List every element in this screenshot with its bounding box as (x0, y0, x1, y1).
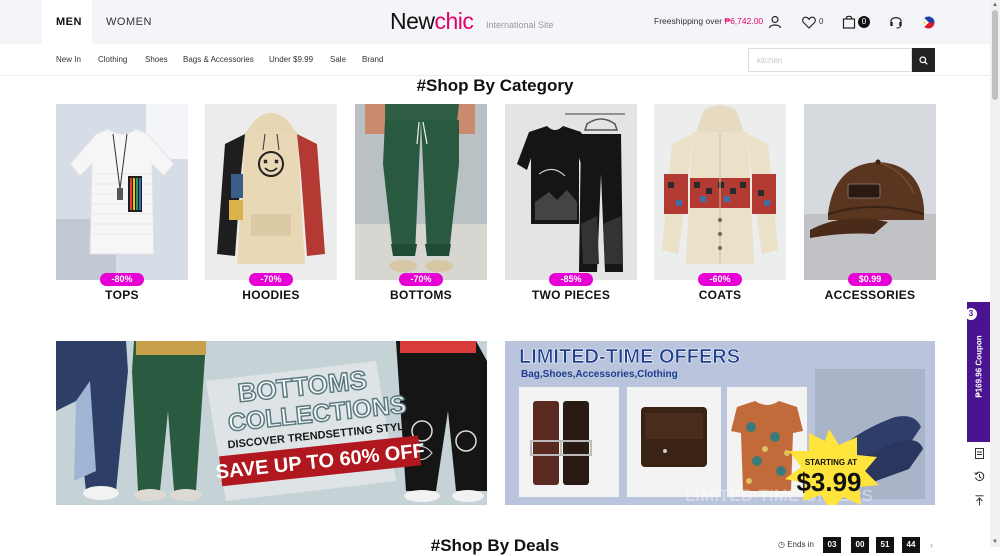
cart-bag-icon[interactable] (839, 12, 859, 32)
discount-badge: $0.99 (848, 273, 892, 286)
timer-days: 03 (823, 537, 841, 553)
category-card-tops[interactable]: -80% TOPS (56, 104, 188, 302)
search-input[interactable] (748, 48, 912, 72)
logo-accent-text: chic (434, 8, 474, 34)
shop-by-deals-title: #Shop By Deals (430, 536, 560, 555)
site-logo[interactable]: Newchic (390, 8, 474, 35)
discount-badge: -70% (399, 273, 443, 286)
notes-icon[interactable] (969, 443, 989, 463)
scroll-down-arrow-icon[interactable]: ▼ (991, 538, 999, 546)
two-pieces-image (505, 104, 637, 280)
clock-icon: ◷ (778, 540, 785, 549)
account-icon[interactable] (765, 12, 785, 32)
category-card-hoodies[interactable]: -70% HOODIES (205, 104, 337, 302)
timer-hours: 00 (851, 537, 869, 553)
free-shipping-amount: ₱6,742.00 (724, 16, 764, 26)
philippines-flag-icon[interactable] (918, 12, 938, 32)
search-button[interactable] (912, 48, 935, 72)
tab-men[interactable]: MEN (42, 0, 92, 44)
coupon-side-tab[interactable]: 3 ₱169.96 Coupon (965, 302, 990, 442)
main-nav: New In Clothing Shoes Bags & Accessories… (0, 44, 990, 76)
timer-seconds: 44 (902, 537, 920, 553)
category-card-coats[interactable]: -60% COATS (654, 104, 786, 302)
bottoms-image (355, 104, 487, 280)
customer-service-headset-icon[interactable] (886, 12, 906, 32)
back-to-top-icon[interactable] (969, 490, 989, 510)
limited-offers-title: LIMITED-TIME OFFERS (519, 346, 740, 368)
category-card-bottoms[interactable]: -70% BOTTOMS (355, 104, 487, 302)
limited-offers-subtitle: Bag,Shoes,Accessories,Clothing (521, 369, 678, 380)
logo-subtitle: International Site (486, 20, 554, 30)
wishlist-heart-icon[interactable] (799, 12, 819, 32)
discount-badge: -85% (549, 273, 593, 286)
tops-image (56, 104, 188, 280)
discount-badge: -70% (249, 273, 293, 286)
cart-count-badge: 0 (858, 16, 870, 28)
category-card-two-pieces[interactable]: -85% TWO PIECES (505, 104, 637, 302)
top-header: MEN WOMEN Newchic International Site Fre… (0, 0, 990, 44)
discount-badge: -60% (698, 273, 742, 286)
timer-minutes: 51 (876, 537, 894, 553)
nav-item-shoes[interactable]: Shoes (145, 55, 168, 64)
nav-item-new-in[interactable]: New In (56, 55, 81, 64)
bottoms-collections-banner[interactable]: BOTTOMS COLLECTIONS DISCOVER TRENDSETTIN… (56, 341, 487, 505)
nav-item-under-9-99[interactable]: Under $9.99 (269, 55, 313, 64)
accessories-image (804, 104, 936, 280)
deals-ends-in: ◷ Ends in (778, 540, 814, 549)
history-icon[interactable] (969, 466, 989, 486)
category-name: TWO PIECES (531, 288, 611, 302)
free-shipping-label: Freeshipping over (654, 16, 725, 26)
ends-in-label: Ends in (787, 540, 814, 549)
shop-by-category-title: #Shop By Category (416, 76, 574, 95)
chevron-right-icon[interactable]: › (930, 540, 933, 550)
nav-item-bags-accessories[interactable]: Bags & Accessories (183, 55, 254, 64)
nav-item-clothing[interactable]: Clothing (98, 55, 127, 64)
starting-at-label: STARTING AT (805, 458, 857, 467)
free-shipping-notice: Freeshipping over ₱6,742.00 (654, 16, 763, 26)
category-card-accessories[interactable]: $0.99 ACCESSORIES (804, 104, 936, 302)
category-name: ACCESSORIES (824, 288, 916, 302)
coats-image (654, 104, 786, 280)
scrollbar-thumb[interactable] (992, 10, 998, 100)
wishlist-count: 0 (819, 17, 824, 26)
tab-women[interactable]: WOMEN (106, 0, 152, 44)
limited-time-offers-banner[interactable]: LIMITED-TIME OFFERS Bag,Shoes,Accessorie… (505, 341, 935, 505)
starting-price: $3.99 (796, 467, 861, 497)
category-name: HOODIES (242, 288, 300, 302)
scroll-up-arrow-icon[interactable]: ▲ (991, 1, 999, 9)
category-name: TOPS (105, 288, 139, 302)
category-name: BOTTOMS (390, 288, 452, 302)
hoodies-image (205, 104, 337, 280)
discount-badge: -80% (100, 273, 144, 286)
nav-item-brand[interactable]: Brand (362, 55, 383, 64)
search-icon (919, 55, 928, 65)
coupon-text: ₱169.96 Coupon (974, 335, 984, 398)
category-name: COATS (698, 288, 742, 302)
nav-item-sale[interactable]: Sale (330, 55, 346, 64)
logo-main-text: New (390, 8, 435, 34)
